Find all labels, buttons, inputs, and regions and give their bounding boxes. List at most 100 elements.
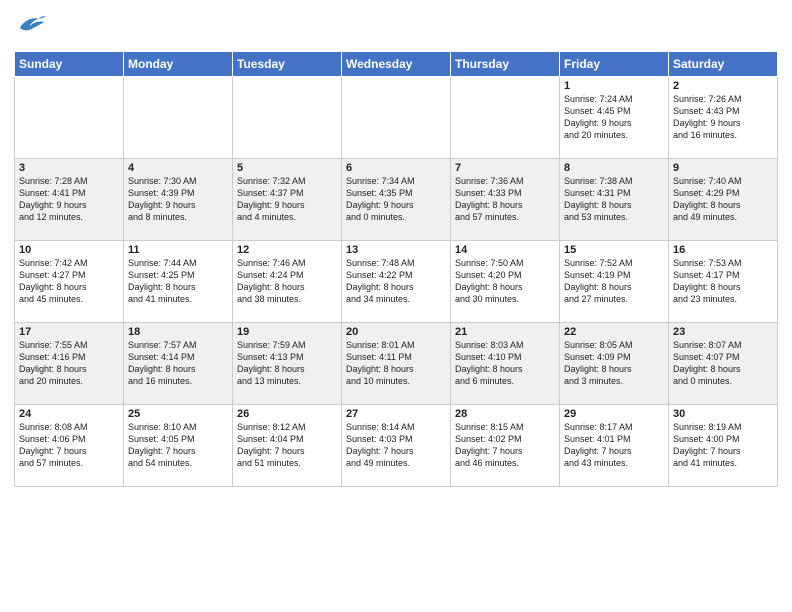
day-info: Sunrise: 8:07 AM Sunset: 4:07 PM Dayligh… <box>673 339 773 388</box>
table-row: 26Sunrise: 8:12 AM Sunset: 4:04 PM Dayli… <box>233 405 342 487</box>
table-row: 6Sunrise: 7:34 AM Sunset: 4:35 PM Daylig… <box>342 159 451 241</box>
table-row: 24Sunrise: 8:08 AM Sunset: 4:06 PM Dayli… <box>15 405 124 487</box>
day-number: 27 <box>346 408 446 420</box>
table-row <box>342 77 451 159</box>
day-number: 25 <box>128 408 228 420</box>
day-number: 30 <box>673 408 773 420</box>
table-row: 7Sunrise: 7:36 AM Sunset: 4:33 PM Daylig… <box>451 159 560 241</box>
logo <box>14 10 46 43</box>
table-row: 1Sunrise: 7:24 AM Sunset: 4:45 PM Daylig… <box>560 77 669 159</box>
day-number: 16 <box>673 244 773 256</box>
table-row: 4Sunrise: 7:30 AM Sunset: 4:39 PM Daylig… <box>124 159 233 241</box>
table-row <box>124 77 233 159</box>
day-info: Sunrise: 8:15 AM Sunset: 4:02 PM Dayligh… <box>455 421 555 470</box>
table-row: 22Sunrise: 8:05 AM Sunset: 4:09 PM Dayli… <box>560 323 669 405</box>
table-row: 29Sunrise: 8:17 AM Sunset: 4:01 PM Dayli… <box>560 405 669 487</box>
table-row: 11Sunrise: 7:44 AM Sunset: 4:25 PM Dayli… <box>124 241 233 323</box>
day-info: Sunrise: 7:32 AM Sunset: 4:37 PM Dayligh… <box>237 175 337 224</box>
day-info: Sunrise: 8:10 AM Sunset: 4:05 PM Dayligh… <box>128 421 228 470</box>
day-number: 24 <box>19 408 119 420</box>
day-info: Sunrise: 7:38 AM Sunset: 4:31 PM Dayligh… <box>564 175 664 224</box>
day-info: Sunrise: 8:03 AM Sunset: 4:10 PM Dayligh… <box>455 339 555 388</box>
day-number: 5 <box>237 162 337 174</box>
day-info: Sunrise: 7:53 AM Sunset: 4:17 PM Dayligh… <box>673 257 773 306</box>
table-row: 27Sunrise: 8:14 AM Sunset: 4:03 PM Dayli… <box>342 405 451 487</box>
table-row: 12Sunrise: 7:46 AM Sunset: 4:24 PM Dayli… <box>233 241 342 323</box>
day-info: Sunrise: 7:57 AM Sunset: 4:14 PM Dayligh… <box>128 339 228 388</box>
day-number: 20 <box>346 326 446 338</box>
day-info: Sunrise: 7:30 AM Sunset: 4:39 PM Dayligh… <box>128 175 228 224</box>
col-wednesday: Wednesday <box>342 52 451 77</box>
day-info: Sunrise: 8:19 AM Sunset: 4:00 PM Dayligh… <box>673 421 773 470</box>
table-row: 2Sunrise: 7:26 AM Sunset: 4:43 PM Daylig… <box>669 77 778 159</box>
table-row: 21Sunrise: 8:03 AM Sunset: 4:10 PM Dayli… <box>451 323 560 405</box>
day-number: 23 <box>673 326 773 338</box>
day-info: Sunrise: 7:28 AM Sunset: 4:41 PM Dayligh… <box>19 175 119 224</box>
page-container: Sunday Monday Tuesday Wednesday Thursday… <box>0 0 792 612</box>
table-row: 30Sunrise: 8:19 AM Sunset: 4:00 PM Dayli… <box>669 405 778 487</box>
table-row: 28Sunrise: 8:15 AM Sunset: 4:02 PM Dayli… <box>451 405 560 487</box>
day-number: 17 <box>19 326 119 338</box>
day-number: 1 <box>564 80 664 92</box>
day-info: Sunrise: 7:46 AM Sunset: 4:24 PM Dayligh… <box>237 257 337 306</box>
day-info: Sunrise: 8:17 AM Sunset: 4:01 PM Dayligh… <box>564 421 664 470</box>
day-number: 4 <box>128 162 228 174</box>
table-row: 14Sunrise: 7:50 AM Sunset: 4:20 PM Dayli… <box>451 241 560 323</box>
col-tuesday: Tuesday <box>233 52 342 77</box>
day-number: 15 <box>564 244 664 256</box>
day-info: Sunrise: 7:36 AM Sunset: 4:33 PM Dayligh… <box>455 175 555 224</box>
day-number: 19 <box>237 326 337 338</box>
table-row: 5Sunrise: 7:32 AM Sunset: 4:37 PM Daylig… <box>233 159 342 241</box>
table-row: 25Sunrise: 8:10 AM Sunset: 4:05 PM Dayli… <box>124 405 233 487</box>
table-row: 16Sunrise: 7:53 AM Sunset: 4:17 PM Dayli… <box>669 241 778 323</box>
day-number: 29 <box>564 408 664 420</box>
day-info: Sunrise: 7:48 AM Sunset: 4:22 PM Dayligh… <box>346 257 446 306</box>
table-row: 20Sunrise: 8:01 AM Sunset: 4:11 PM Dayli… <box>342 323 451 405</box>
col-monday: Monday <box>124 52 233 77</box>
day-info: Sunrise: 7:26 AM Sunset: 4:43 PM Dayligh… <box>673 93 773 142</box>
calendar-table: Sunday Monday Tuesday Wednesday Thursday… <box>14 51 778 487</box>
day-info: Sunrise: 7:50 AM Sunset: 4:20 PM Dayligh… <box>455 257 555 306</box>
table-row <box>233 77 342 159</box>
col-thursday: Thursday <box>451 52 560 77</box>
day-info: Sunrise: 7:40 AM Sunset: 4:29 PM Dayligh… <box>673 175 773 224</box>
table-row <box>15 77 124 159</box>
day-number: 7 <box>455 162 555 174</box>
header <box>14 10 778 43</box>
day-info: Sunrise: 8:08 AM Sunset: 4:06 PM Dayligh… <box>19 421 119 470</box>
table-row: 9Sunrise: 7:40 AM Sunset: 4:29 PM Daylig… <box>669 159 778 241</box>
day-info: Sunrise: 7:24 AM Sunset: 4:45 PM Dayligh… <box>564 93 664 142</box>
day-number: 14 <box>455 244 555 256</box>
table-row: 8Sunrise: 7:38 AM Sunset: 4:31 PM Daylig… <box>560 159 669 241</box>
day-number: 3 <box>19 162 119 174</box>
day-number: 12 <box>237 244 337 256</box>
day-info: Sunrise: 8:14 AM Sunset: 4:03 PM Dayligh… <box>346 421 446 470</box>
day-number: 10 <box>19 244 119 256</box>
day-number: 28 <box>455 408 555 420</box>
logo-bird-icon <box>16 10 46 38</box>
table-row: 15Sunrise: 7:52 AM Sunset: 4:19 PM Dayli… <box>560 241 669 323</box>
table-row: 13Sunrise: 7:48 AM Sunset: 4:22 PM Dayli… <box>342 241 451 323</box>
day-number: 8 <box>564 162 664 174</box>
table-row: 3Sunrise: 7:28 AM Sunset: 4:41 PM Daylig… <box>15 159 124 241</box>
day-info: Sunrise: 7:59 AM Sunset: 4:13 PM Dayligh… <box>237 339 337 388</box>
day-number: 9 <box>673 162 773 174</box>
day-info: Sunrise: 7:55 AM Sunset: 4:16 PM Dayligh… <box>19 339 119 388</box>
day-info: Sunrise: 8:12 AM Sunset: 4:04 PM Dayligh… <box>237 421 337 470</box>
table-row: 10Sunrise: 7:42 AM Sunset: 4:27 PM Dayli… <box>15 241 124 323</box>
day-number: 22 <box>564 326 664 338</box>
table-row: 18Sunrise: 7:57 AM Sunset: 4:14 PM Dayli… <box>124 323 233 405</box>
table-row <box>451 77 560 159</box>
col-sunday: Sunday <box>15 52 124 77</box>
day-number: 11 <box>128 244 228 256</box>
col-friday: Friday <box>560 52 669 77</box>
col-saturday: Saturday <box>669 52 778 77</box>
day-info: Sunrise: 7:44 AM Sunset: 4:25 PM Dayligh… <box>128 257 228 306</box>
day-info: Sunrise: 7:42 AM Sunset: 4:27 PM Dayligh… <box>19 257 119 306</box>
table-row: 19Sunrise: 7:59 AM Sunset: 4:13 PM Dayli… <box>233 323 342 405</box>
day-info: Sunrise: 7:34 AM Sunset: 4:35 PM Dayligh… <box>346 175 446 224</box>
day-info: Sunrise: 8:01 AM Sunset: 4:11 PM Dayligh… <box>346 339 446 388</box>
day-number: 26 <box>237 408 337 420</box>
day-number: 18 <box>128 326 228 338</box>
table-row: 17Sunrise: 7:55 AM Sunset: 4:16 PM Dayli… <box>15 323 124 405</box>
